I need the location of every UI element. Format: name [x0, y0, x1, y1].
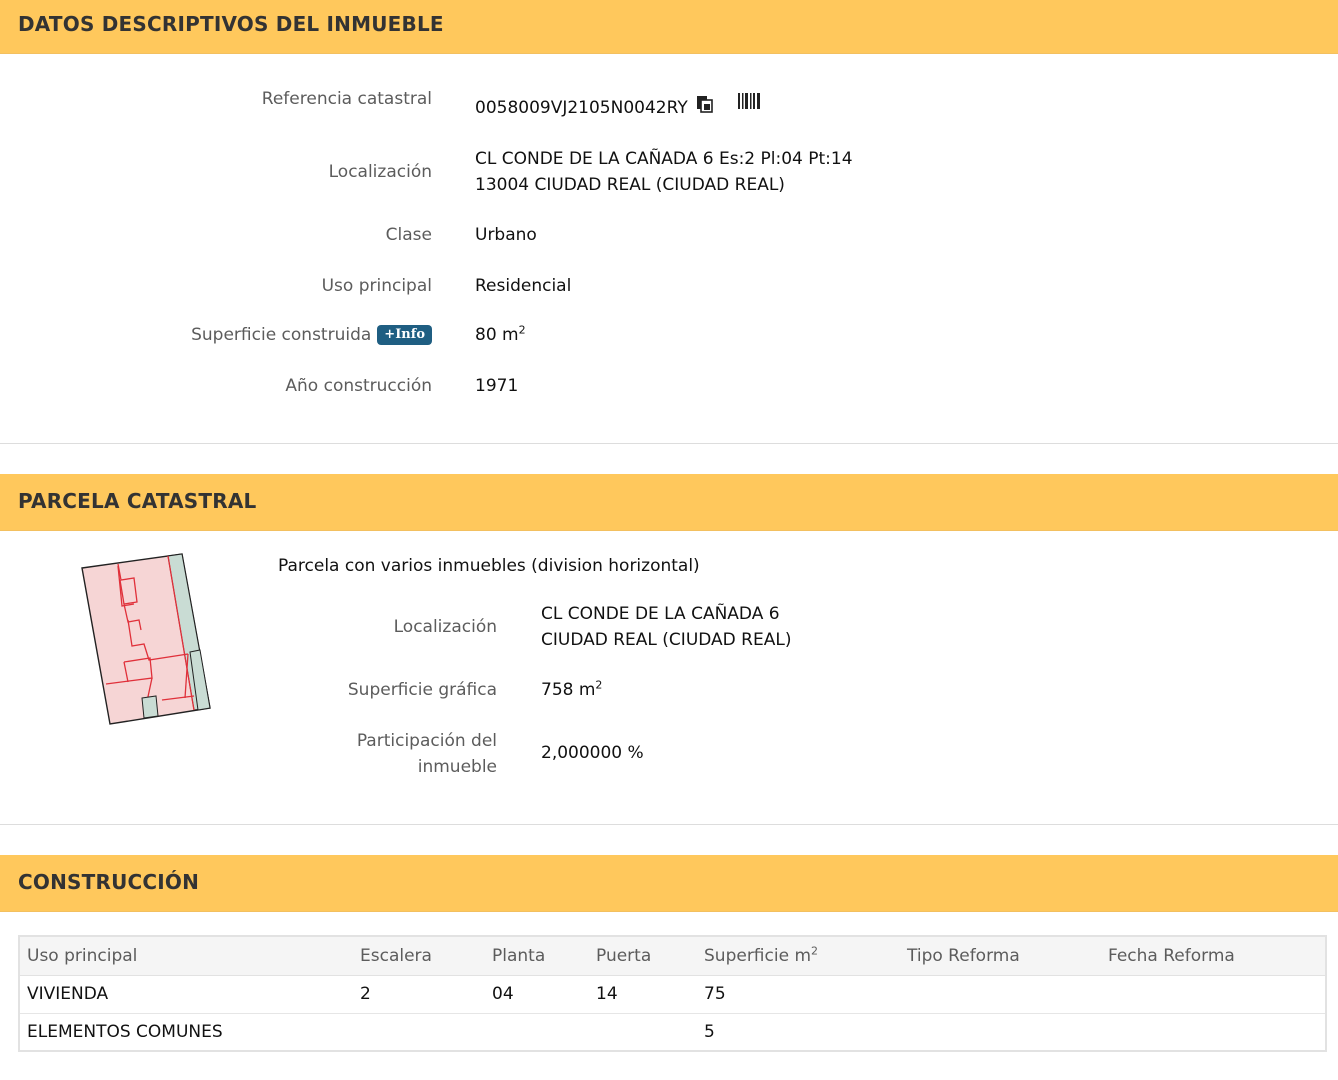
referencia-value-row: 0058009VJ2105N0042RY [475, 91, 760, 121]
cell-planta [485, 1013, 589, 1052]
participacion-label-line1: Participación del [356, 731, 497, 751]
info-button[interactable]: +Info [377, 325, 432, 345]
parcela-section-header: PARCELA CATASTRAL [0, 474, 1338, 531]
superficie-construida-label: Superficie construida [191, 325, 372, 345]
superficie-grafica-value-row: 758 m2 [541, 677, 602, 703]
participacion-value: 2,000000 % [541, 743, 644, 763]
section-divider [0, 824, 1338, 825]
col-superficie-unit: 2 [811, 944, 819, 958]
localizacion-label: Localización [328, 162, 432, 182]
barcode-icon[interactable] [737, 91, 760, 117]
cell-escalera [353, 1013, 485, 1052]
col-planta: Planta [485, 936, 589, 976]
superficie-grafica-value: 758 m [541, 680, 596, 700]
anio-construccion-label: Año construcción [285, 376, 432, 396]
uso-principal-label: Uso principal [321, 276, 432, 296]
cell-planta: 04 [485, 975, 589, 1014]
datos-section-header: DATOS DESCRIPTIVOS DEL INMUEBLE [0, 0, 1338, 54]
construccion-section-title: CONSTRUCCIÓN [18, 870, 200, 894]
table-row: ELEMENTOS COMUNES 5 [19, 1013, 1326, 1052]
uso-principal-value: Residencial [475, 276, 572, 296]
participacion-label: Participación del inmueble [357, 728, 497, 780]
participacion-label-line2: inmueble [417, 757, 497, 777]
parcela-localizacion-line1: CL CONDE DE LA CAÑADA 6 [541, 604, 780, 624]
clase-value: Urbano [475, 225, 537, 245]
cell-fecha-reforma [1101, 975, 1326, 1014]
col-escalera: Escalera [353, 936, 485, 976]
superficie-grafica-unit: 2 [595, 678, 603, 692]
cell-uso: VIVIENDA [19, 975, 353, 1014]
table-row: VIVIENDA 2 04 14 75 [19, 975, 1326, 1014]
cell-uso: ELEMENTOS COMUNES [19, 1013, 353, 1052]
cell-tipo-reforma [900, 975, 1101, 1014]
copy-icon[interactable] [696, 95, 714, 121]
referencia-value: 0058009VJ2105N0042RY [475, 98, 688, 118]
localizacion-value: CL CONDE DE LA CAÑADA 6 Es:2 Pl:04 Pt:14… [475, 146, 853, 198]
clase-label: Clase [385, 225, 432, 245]
referencia-label: Referencia catastral [261, 89, 432, 109]
col-tipo-reforma: Tipo Reforma [900, 936, 1101, 976]
anio-construccion-value: 1971 [475, 376, 519, 396]
col-superficie-label: Superficie m [704, 945, 812, 966]
col-fecha-reforma: Fecha Reforma [1101, 936, 1326, 976]
cell-puerta [589, 1013, 697, 1052]
parcela-description: Parcela con varios inmuebles (division h… [278, 556, 700, 576]
cell-tipo-reforma [900, 1013, 1101, 1052]
superficie-construida-value: 80 m [475, 325, 519, 345]
localizacion-line2: 13004 CIUDAD REAL (CIUDAD REAL) [475, 175, 785, 195]
col-superficie: Superficie m2 [697, 936, 900, 976]
cell-puerta: 14 [589, 975, 697, 1014]
col-uso-principal: Uso principal [19, 936, 353, 976]
cell-escalera: 2 [353, 975, 485, 1014]
col-puerta: Puerta [589, 936, 697, 976]
cell-superficie: 5 [697, 1013, 900, 1052]
parcela-localizacion-value: CL CONDE DE LA CAÑADA 6 CIUDAD REAL (CIU… [541, 601, 791, 653]
table-header-row: Uso principal Escalera Planta Puerta Sup… [19, 936, 1326, 976]
datos-section-title: DATOS DESCRIPTIVOS DEL INMUEBLE [18, 12, 444, 36]
parcela-section-title: PARCELA CATASTRAL [18, 489, 257, 513]
section-divider [0, 443, 1338, 444]
construccion-section-header: CONSTRUCCIÓN [0, 855, 1338, 912]
cell-fecha-reforma [1101, 1013, 1326, 1052]
cell-superficie: 75 [697, 975, 900, 1014]
superficie-grafica-label: Superficie gráfica [347, 680, 497, 700]
localizacion-line1: CL CONDE DE LA CAÑADA 6 Es:2 Pl:04 Pt:14 [475, 149, 853, 169]
parcel-sketch[interactable] [78, 550, 218, 735]
parcela-localizacion-label: Localización [393, 617, 497, 637]
superficie-construida-value-row: 80 m2 [475, 322, 526, 348]
parcela-localizacion-line2: CIUDAD REAL (CIUDAD REAL) [541, 630, 792, 650]
superficie-construida-unit: 2 [518, 323, 526, 337]
construccion-table: Uso principal Escalera Planta Puerta Sup… [18, 935, 1327, 1052]
superficie-construida-label-row: Superficie construida +Info [191, 322, 432, 348]
